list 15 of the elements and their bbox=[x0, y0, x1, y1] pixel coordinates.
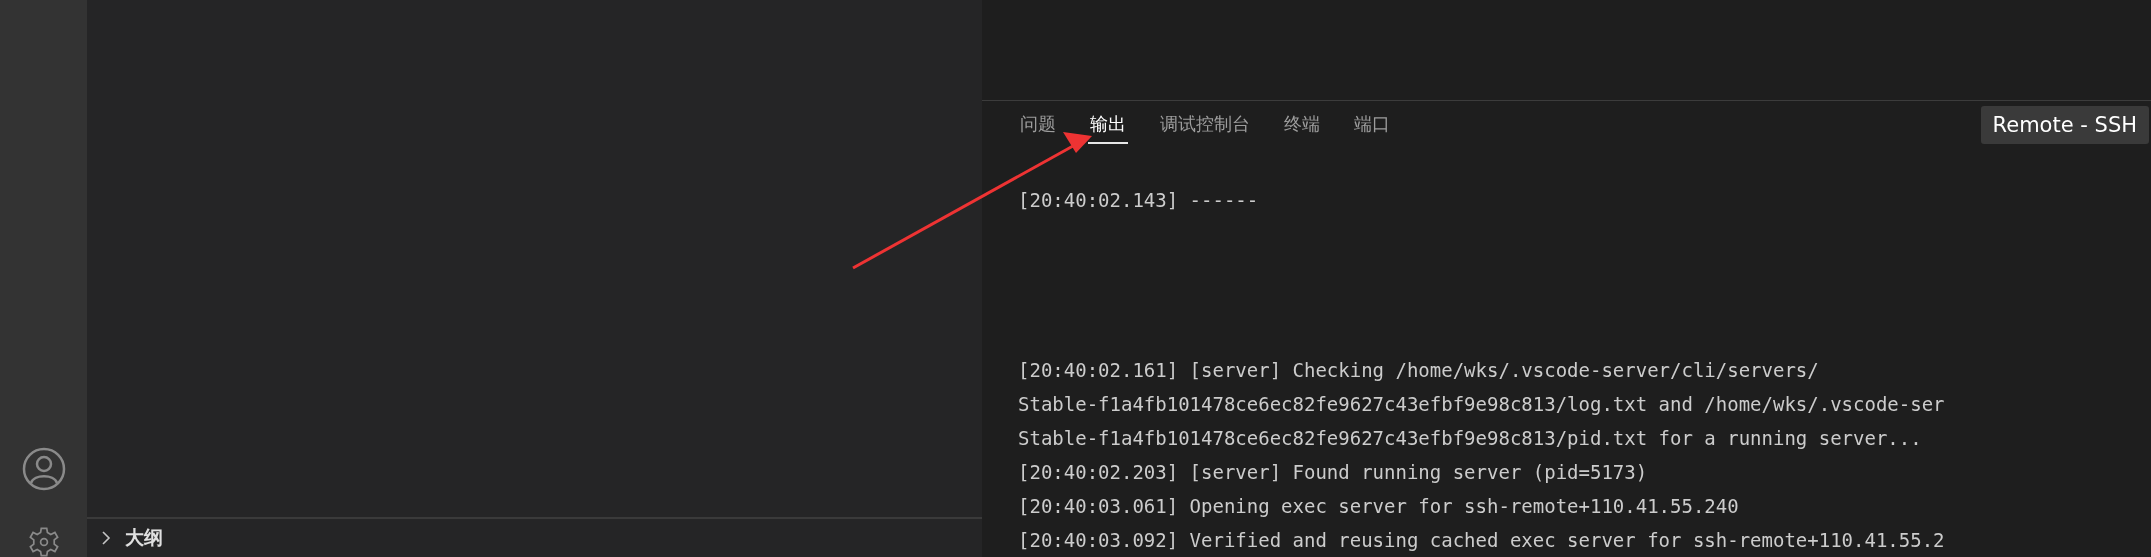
output-line: Stable-f1a4fb101478ce6ec82fe9627c43efbf9e98c813/pid.txt for a running server... bbox=[1018, 427, 1922, 449]
output-line: [20:40:03.061] Opening exec server for ssh-remote+110.41.55.240 bbox=[1018, 495, 1739, 517]
output-line: [20:40:02.143] ------ bbox=[1018, 189, 1259, 211]
panel-tab[interactable]: 调试控制台 bbox=[1158, 106, 1252, 144]
output-line: [20:40:02.203] [server] Found running server (pid=5173) bbox=[1018, 461, 1648, 483]
chevron-icon bbox=[101, 530, 111, 546]
output-line: Stable-f1a4fb101478ce6ec82fe9627c43efbf9e98c813/log.txt and /home/wks/.vscode-ser bbox=[1018, 393, 1945, 415]
output-channel-dropdown[interactable]: Remote - SSH bbox=[1980, 106, 2149, 144]
panel-tab[interactable]: 终端 bbox=[1282, 106, 1322, 144]
output-line: [20:40:03.092] Verified and reusing cached exec server for ssh-remote+110.41.55.2 bbox=[1018, 529, 1945, 551]
output-line: [20:40:02.161] [server] Checking /home/wks/.vscode-server/cli/servers/ bbox=[1018, 359, 1819, 381]
account-icon[interactable] bbox=[21, 447, 66, 491]
outline-section-header[interactable]: 大纲 bbox=[87, 517, 982, 557]
panel-tab[interactable]: 问题 bbox=[1018, 106, 1058, 144]
panel-tab[interactable]: 端口 bbox=[1352, 106, 1392, 144]
